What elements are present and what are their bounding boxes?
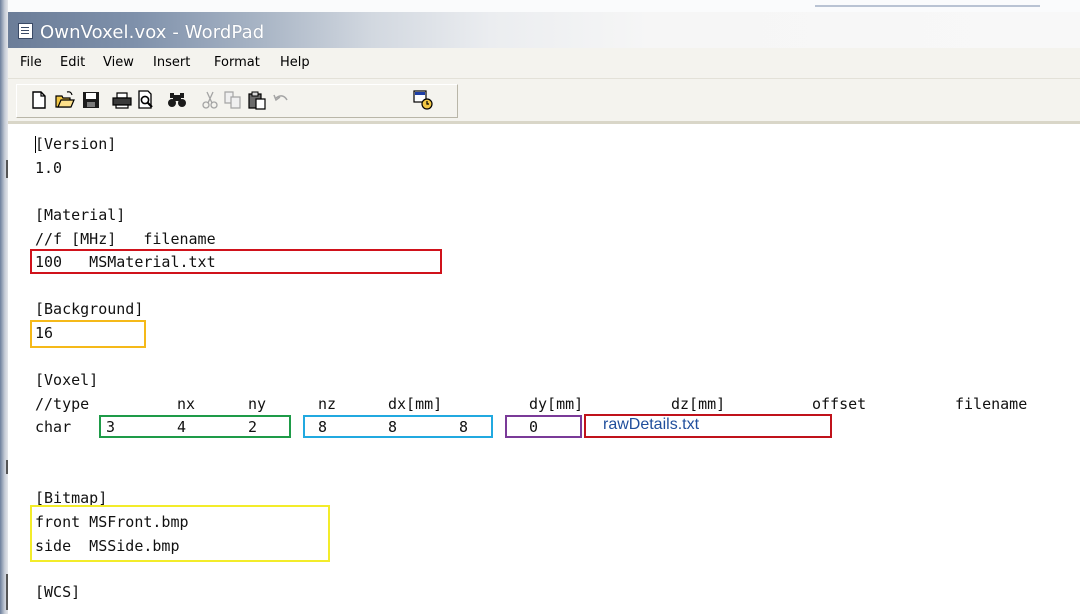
new-icon[interactable] [29, 90, 49, 110]
menu-insert[interactable]: Insert [153, 55, 190, 70]
window-edge-mark [6, 160, 8, 178]
voxel-col-offset: offset [812, 395, 867, 413]
menu-view[interactable]: View [103, 55, 134, 70]
version-value: 1.0 [35, 159, 63, 177]
voxel-col-filename: filename [955, 395, 1028, 413]
section-voxel-header: [Voxel] [35, 371, 99, 389]
offset-highlight-box [505, 415, 582, 438]
find-icon[interactable] [167, 90, 187, 110]
section-background-header: [Background] [35, 300, 144, 318]
filename-highlight-box [584, 414, 832, 438]
voxel-col-dy: dy[mm] [529, 395, 584, 413]
section-wcs-header: [WCS] [35, 583, 81, 601]
d-spacing-highlight-box [303, 415, 493, 438]
cut-icon[interactable] [200, 90, 220, 110]
print-icon[interactable] [112, 90, 132, 110]
background-highlight-box [30, 320, 146, 348]
voxel-col-nx: nx [177, 395, 196, 413]
screen-top-strip [0, 0, 1080, 12]
section-material-header: [Material] [35, 206, 126, 224]
paste-icon[interactable] [247, 90, 267, 110]
menu-edit[interactable]: Edit [60, 55, 85, 70]
menu-format[interactable]: Format [214, 55, 260, 70]
window-left-edge [0, 0, 8, 614]
voxel-col-nz: nz [318, 395, 337, 413]
date-time-icon[interactable] [413, 90, 433, 110]
wordpad-document-icon[interactable] [18, 23, 33, 39]
n-dimensions-highlight-box [99, 415, 291, 438]
section-version-header: [Version] [35, 135, 117, 153]
save-icon[interactable] [81, 90, 101, 110]
undo-icon[interactable] [271, 90, 291, 110]
voxel-col-dx: dx[mm] [388, 395, 443, 413]
open-icon[interactable] [55, 90, 75, 110]
voxel-col-ny: ny [248, 395, 267, 413]
window-edge-mark [6, 460, 8, 474]
print-preview-icon[interactable] [136, 90, 156, 110]
window-edge-mark [6, 574, 8, 610]
copy-icon[interactable] [223, 90, 243, 110]
menu-file[interactable]: File [20, 55, 42, 70]
voxel-col-type: //type [35, 395, 90, 413]
voxel-col-dz: dz[mm] [671, 395, 726, 413]
window-title: OwnVoxel.vox - WordPad [40, 22, 265, 43]
menu-help[interactable]: Help [280, 55, 310, 70]
material-comment: //f [MHz] filename [35, 230, 216, 248]
material-highlight-box [30, 249, 442, 274]
bitmap-highlight-box [30, 505, 330, 562]
voxel-value-type: char [35, 418, 72, 436]
